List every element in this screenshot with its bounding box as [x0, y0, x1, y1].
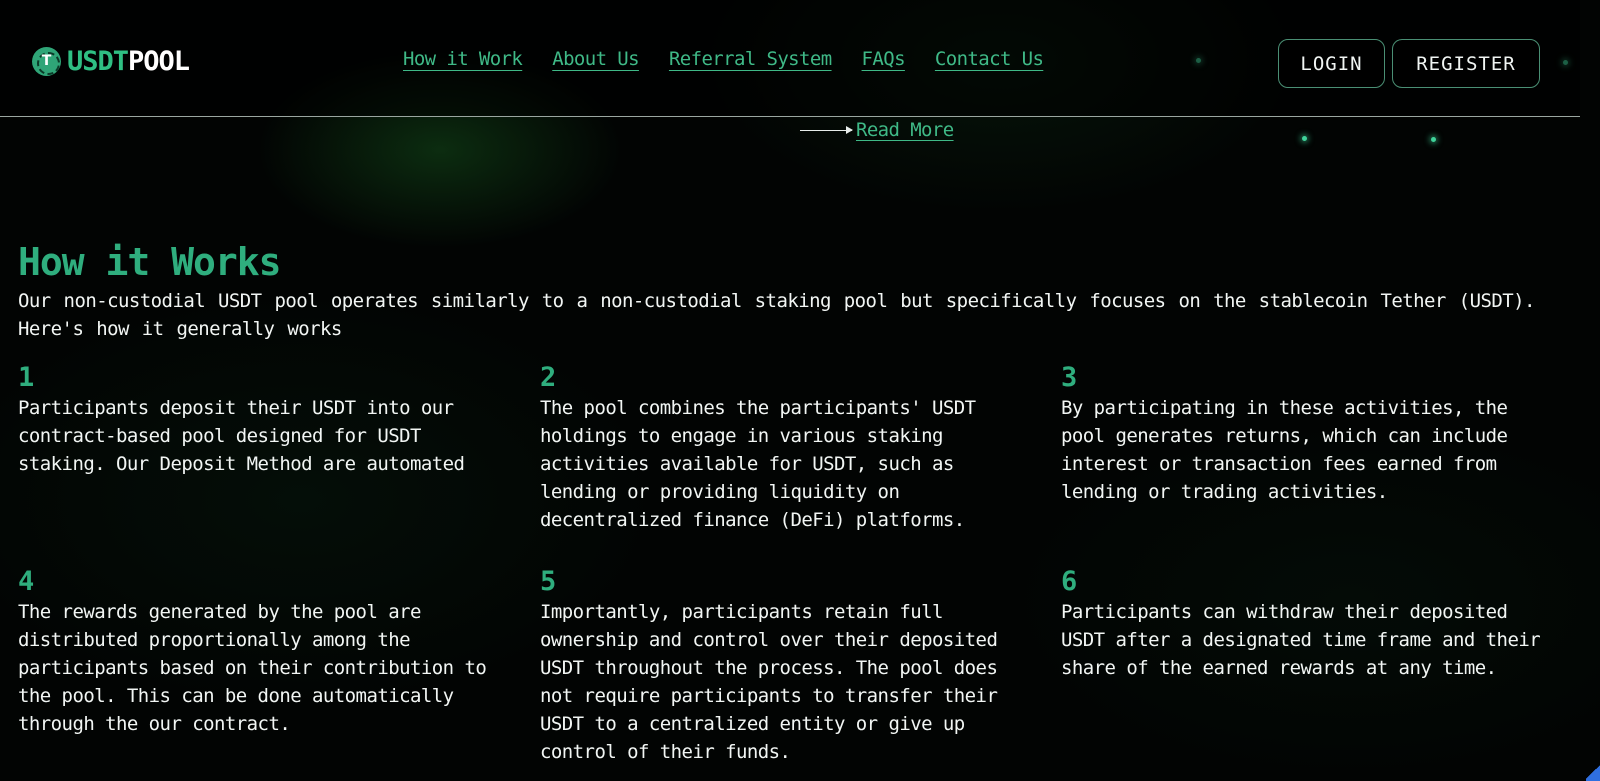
section-intro: Our non-custodial USDT pool operates sim…: [18, 290, 1535, 340]
register-button[interactable]: REGISTER: [1392, 39, 1540, 88]
logo-text-usdt: USDT: [67, 46, 129, 77]
logo-text-pool: POOL: [128, 46, 190, 77]
step-number: 2: [540, 362, 557, 393]
step-number: 6: [1061, 566, 1078, 597]
page: USDTPOOL How it Work About Us Referral S…: [0, 0, 1600, 781]
step-text: By participating in these activities, th…: [1061, 397, 1508, 503]
nav-link-about-us[interactable]: About Us: [552, 48, 639, 70]
particle-dot: [1302, 136, 1307, 141]
site-header: USDTPOOL How it Work About Us Referral S…: [0, 0, 1580, 117]
step-text: Participants deposit their USDT into our…: [18, 397, 465, 475]
step-text: The rewards generated by the pool are di…: [18, 601, 487, 735]
step-number: 3: [1061, 362, 1078, 393]
logo[interactable]: USDTPOOL: [32, 46, 190, 77]
step-number: 5: [540, 566, 557, 597]
step-card: 3 By participating in these activities, …: [1061, 362, 1551, 506]
step-number: 4: [18, 566, 35, 597]
step-card: 2 The pool combines the participants' US…: [540, 362, 1030, 534]
corner-accent: [1586, 763, 1600, 781]
step-text: Importantly, participants retain full ow…: [540, 601, 998, 763]
step-card: 5 Importantly, participants retain full …: [540, 566, 1030, 766]
read-more-link-group: Read More: [800, 119, 954, 141]
logo-text: USDTPOOL: [67, 46, 190, 77]
arrow-right-icon: [800, 125, 853, 134]
main-nav: How it Work About Us Referral System FAQ…: [403, 48, 1044, 70]
step-card: 4 The rewards generated by the pool are …: [18, 566, 508, 738]
step-text: The pool combines the participants' USDT…: [540, 397, 976, 531]
particle-dot: [1431, 137, 1436, 142]
step-card: 1 Participants deposit their USDT into o…: [18, 362, 508, 478]
nav-link-referral-system[interactable]: Referral System: [669, 48, 832, 70]
nav-link-contact-us[interactable]: Contact Us: [935, 48, 1044, 70]
section-title: How it Works: [18, 240, 282, 284]
step-text: Participants can withdraw their deposite…: [1061, 601, 1541, 679]
auth-buttons: LOGIN REGISTER: [1278, 39, 1540, 88]
step-card: 6 Participants can withdraw their deposi…: [1061, 566, 1551, 682]
tether-coin-icon: [32, 47, 61, 76]
nav-link-how-it-work[interactable]: How it Work: [403, 48, 523, 70]
nav-link-faqs[interactable]: FAQs: [862, 48, 906, 70]
read-more-link[interactable]: Read More: [856, 119, 954, 141]
step-number: 1: [18, 362, 35, 393]
login-button[interactable]: LOGIN: [1278, 39, 1385, 88]
